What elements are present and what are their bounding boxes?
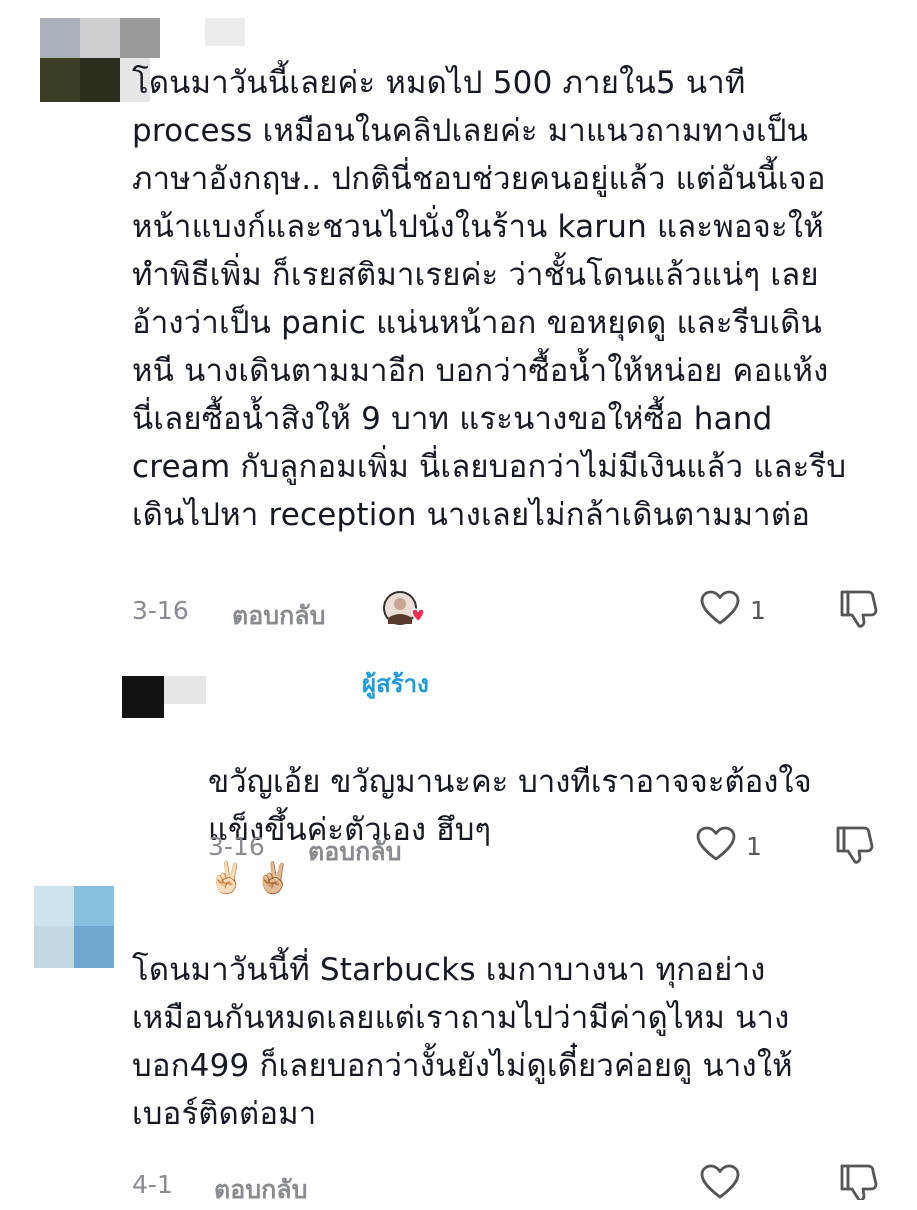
like-button[interactable] xyxy=(700,590,744,630)
like-count: 1 xyxy=(746,832,762,861)
comment-text: โดนมาวันนี้เลยค่ะ หมดไป 500 ภายใน5 นาที … xyxy=(132,65,847,533)
like-count: 1 xyxy=(750,596,766,625)
like-button[interactable] xyxy=(700,1164,744,1200)
avatar[interactable] xyxy=(34,886,144,968)
heart-outline-icon xyxy=(696,826,736,861)
comment-text: โดนมาวันนี้ที่ Starbucks เมกาบางนา ทุกอย… xyxy=(132,952,793,1132)
like-button[interactable] xyxy=(696,826,740,866)
creator-liked-heart-icon xyxy=(382,590,430,632)
dislike-button[interactable] xyxy=(838,1162,882,1200)
thumbs-down-icon xyxy=(840,1164,878,1200)
reply-date: 3-16 xyxy=(208,832,265,861)
dislike-button[interactable] xyxy=(838,588,882,632)
reply-button[interactable]: ตอบกลับ xyxy=(308,832,401,872)
victory-hand-emoji: ✌🏻 ✌🏼 xyxy=(208,861,293,896)
reply-text: ขวัญเอ้ย ขวัญมานะคะ บางทีเราอาจจะต้องใจ … xyxy=(208,710,898,903)
reply-button[interactable]: ตอบกลับ xyxy=(214,1170,307,1210)
thumbs-down-icon xyxy=(840,590,878,628)
comment-date: 3-16 xyxy=(132,596,189,625)
heart-outline-icon xyxy=(700,1164,740,1199)
comment-date: 4-1 xyxy=(132,1170,173,1199)
reply-button[interactable]: ตอบกลับ xyxy=(232,596,325,636)
creator-badge: ผู้สร้าง xyxy=(362,670,429,698)
thumbs-down-icon xyxy=(836,826,874,864)
reply-avatar[interactable] xyxy=(122,676,206,720)
heart-outline-icon xyxy=(700,590,740,625)
dislike-button[interactable] xyxy=(834,824,878,868)
